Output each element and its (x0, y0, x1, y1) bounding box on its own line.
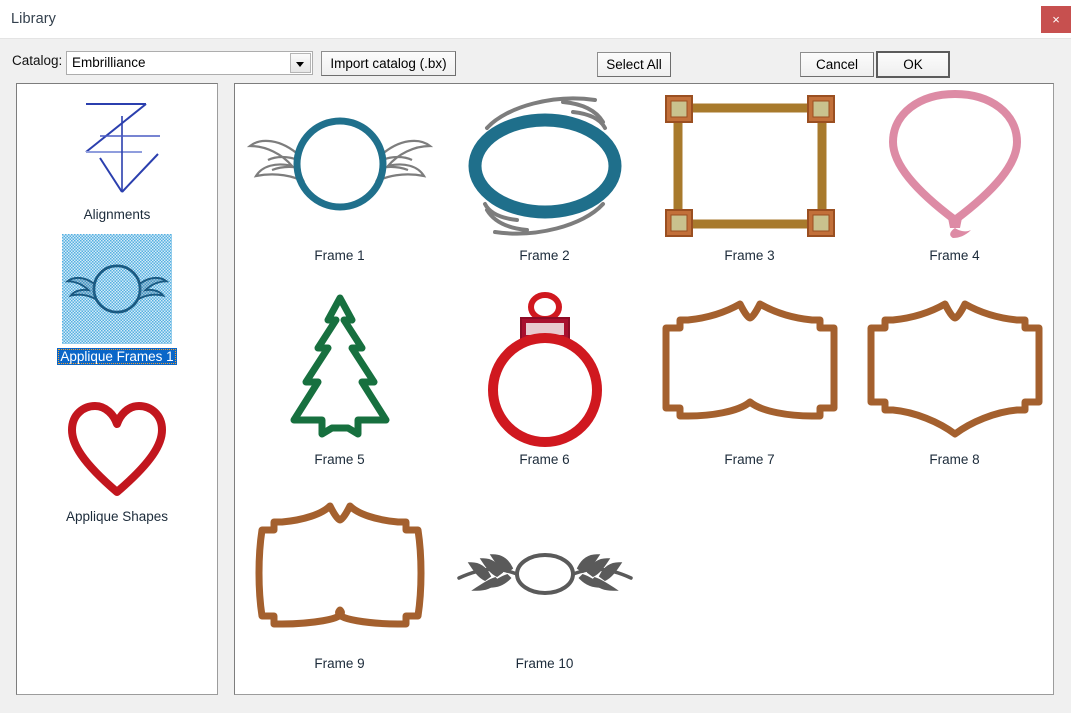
sidebar-item-alignments[interactable]: Alignments (17, 92, 217, 223)
ok-button[interactable]: OK (876, 51, 950, 78)
import-catalog-button[interactable]: Import catalog (.bx) (321, 51, 456, 76)
winged-circle-thumbnail (62, 234, 172, 344)
sidebar-item-applique-shapes[interactable]: Applique Shapes (17, 394, 217, 525)
heart-thumbnail (62, 394, 172, 504)
plaque-frame-curved-bottom-icon (855, 290, 1054, 450)
grid-item-frame-6[interactable]: Frame 6 (442, 290, 647, 467)
balloon-frame-icon (855, 86, 1054, 246)
grid-item-frame-4[interactable]: Frame 4 (852, 86, 1054, 263)
grid-item-label: Frame 7 (724, 452, 775, 467)
grid-item-frame-5[interactable]: Frame 5 (237, 290, 442, 467)
plaque-frame-wavy-sides-icon (240, 494, 440, 654)
catalog-selected-value: Embrilliance (72, 55, 146, 70)
grid-item-label: Frame 10 (515, 656, 574, 671)
grid-item-frame-2[interactable]: Frame 2 (442, 86, 647, 263)
alignments-thumbnail (62, 92, 172, 202)
winged-circle-frame-icon (240, 86, 440, 246)
grid-item-label: Frame 4 (929, 248, 980, 263)
grid-item-label: Frame 6 (519, 452, 570, 467)
grid-item-label: Frame 9 (314, 656, 365, 671)
grid-item-frame-8[interactable]: Frame 8 (852, 290, 1054, 467)
cancel-button[interactable]: Cancel (800, 52, 874, 77)
sidebar-item-label: Applique Shapes (65, 509, 169, 524)
grid-item-label: Frame 3 (724, 248, 775, 263)
grid-item-label: Frame 5 (314, 452, 365, 467)
rectangle-corner-frame-icon (650, 86, 850, 246)
plaque-frame-flat-bottom-icon (650, 290, 850, 450)
title-bar: Library × (0, 0, 1071, 39)
sidebar-item-applique-frames-1[interactable]: Applique Frames 1 (17, 234, 217, 365)
selection-overlay (62, 234, 172, 344)
ornament-frame-icon (445, 290, 645, 450)
grid-item-frame-1[interactable]: Frame 1 (237, 86, 442, 263)
christmas-tree-frame-icon (240, 290, 440, 450)
chevron-down-icon[interactable] (290, 53, 311, 73)
grid-item-frame-10[interactable]: Frame 10 (442, 494, 647, 671)
select-all-button[interactable]: Select All (597, 52, 671, 77)
laurel-oval-frame-icon (445, 494, 645, 654)
grid-item-label: Frame 8 (929, 452, 980, 467)
catalog-dropdown[interactable]: Embrilliance (66, 51, 313, 75)
catalog-label: Catalog: (12, 53, 63, 68)
close-icon[interactable]: × (1041, 6, 1071, 33)
grid-item-frame-9[interactable]: Frame 9 (237, 494, 442, 671)
design-grid-panel[interactable]: Frame 1 Frame 2 Frame 3 Frame 4 Frame 5 … (234, 83, 1054, 695)
grid-item-frame-7[interactable]: Frame 7 (647, 290, 852, 467)
sidebar-item-label: Alignments (83, 207, 151, 222)
category-list-panel[interactable]: Alignments Applique Frames 1 Applique Sh… (16, 83, 218, 695)
swirled-oval-frame-icon (445, 86, 645, 246)
sidebar-item-label: Applique Frames 1 (57, 348, 177, 365)
window-title: Library (11, 11, 57, 27)
grid-item-frame-3[interactable]: Frame 3 (647, 86, 852, 263)
grid-item-label: Frame 2 (519, 248, 570, 263)
grid-item-label: Frame 1 (314, 248, 365, 263)
